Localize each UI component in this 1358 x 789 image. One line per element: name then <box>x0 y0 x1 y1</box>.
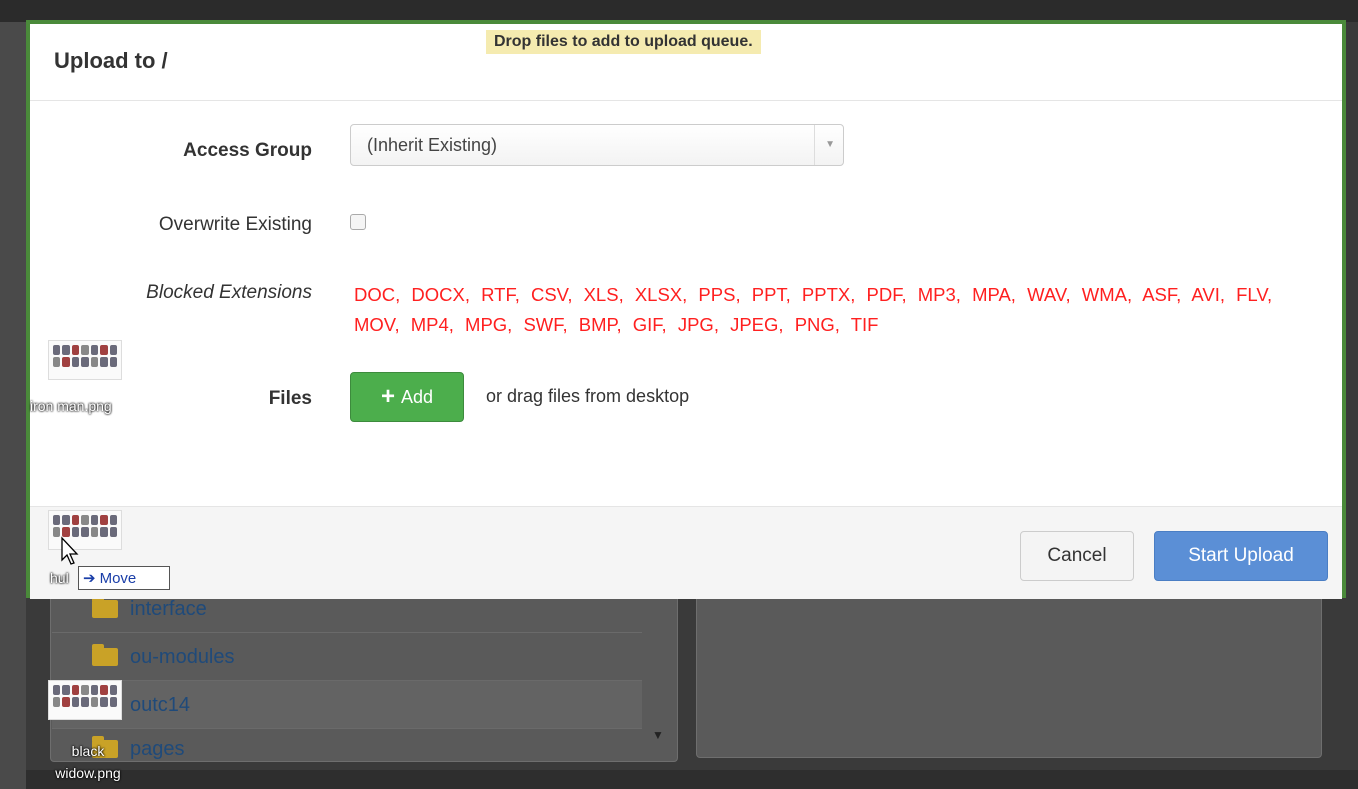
add-files-button[interactable]: + Add <box>350 372 464 422</box>
folder-name: pages <box>130 737 185 760</box>
upload-dialog: Upload to / Drop files to add to upload … <box>26 20 1346 599</box>
file-thumbnail-black-widow[interactable] <box>48 680 122 720</box>
overwrite-existing-checkbox[interactable] <box>350 214 366 230</box>
dialog-footer: Cancel Start Upload <box>30 506 1342 599</box>
file-thumbnail-iron-man[interactable] <box>48 340 122 380</box>
folder-row[interactable]: outc14 <box>52 680 642 729</box>
folder-row[interactable]: ou-modules <box>52 632 642 681</box>
dialog-title: Upload to / <box>54 48 168 73</box>
scroll-down-arrow-icon[interactable]: ▼ <box>652 728 664 742</box>
access-group-label: Access Group <box>183 140 312 161</box>
file-name-hulk: hul <box>50 570 69 586</box>
file-name-black-widow: black widow.png <box>55 743 121 781</box>
background-top-bar <box>0 0 1358 22</box>
select-divider <box>814 125 815 165</box>
drag-tooltip-label: Move <box>99 569 137 587</box>
start-upload-button[interactable]: Start Upload <box>1154 531 1328 581</box>
access-group-select[interactable]: (Inherit Existing) ▼ <box>350 124 844 166</box>
drag-hint: or drag files from desktop <box>486 386 690 406</box>
blocked-extensions-list: DOC, DOCX, RTF, CSV, XLS, XLSX, PPS, PPT… <box>354 284 1273 335</box>
plus-icon: + <box>380 383 395 410</box>
folder-icon <box>92 596 118 618</box>
drag-move-tooltip: ➔ Move <box>78 566 170 590</box>
file-name-iron-man: iron man.png <box>30 398 112 414</box>
cancel-button[interactable]: Cancel <box>1020 531 1134 581</box>
overwrite-existing-label: Overwrite Existing <box>158 214 312 235</box>
arrow-right-icon: ➔ <box>83 570 96 587</box>
folder-row[interactable]: pages <box>52 728 642 769</box>
folder-name: outc14 <box>130 693 191 716</box>
add-button-label: Add <box>400 386 434 407</box>
background-bottom-bar <box>26 770 1358 789</box>
files-label: Files <box>268 388 312 409</box>
folder-icon <box>92 644 118 666</box>
access-group-value: (Inherit Existing) <box>367 135 498 155</box>
folder-name: interface <box>130 597 207 620</box>
dialog-header: Upload to / Drop files to add to upload … <box>30 24 1342 101</box>
blocked-extensions-label: Blocked Extensions <box>146 282 312 303</box>
folder-name: ou-modules <box>130 645 235 668</box>
background-left-edge <box>0 22 26 789</box>
chevron-down-icon: ▼ <box>825 139 835 150</box>
drop-zone-banner: Drop files to add to upload queue. <box>486 30 761 54</box>
mouse-cursor-icon <box>61 536 79 565</box>
